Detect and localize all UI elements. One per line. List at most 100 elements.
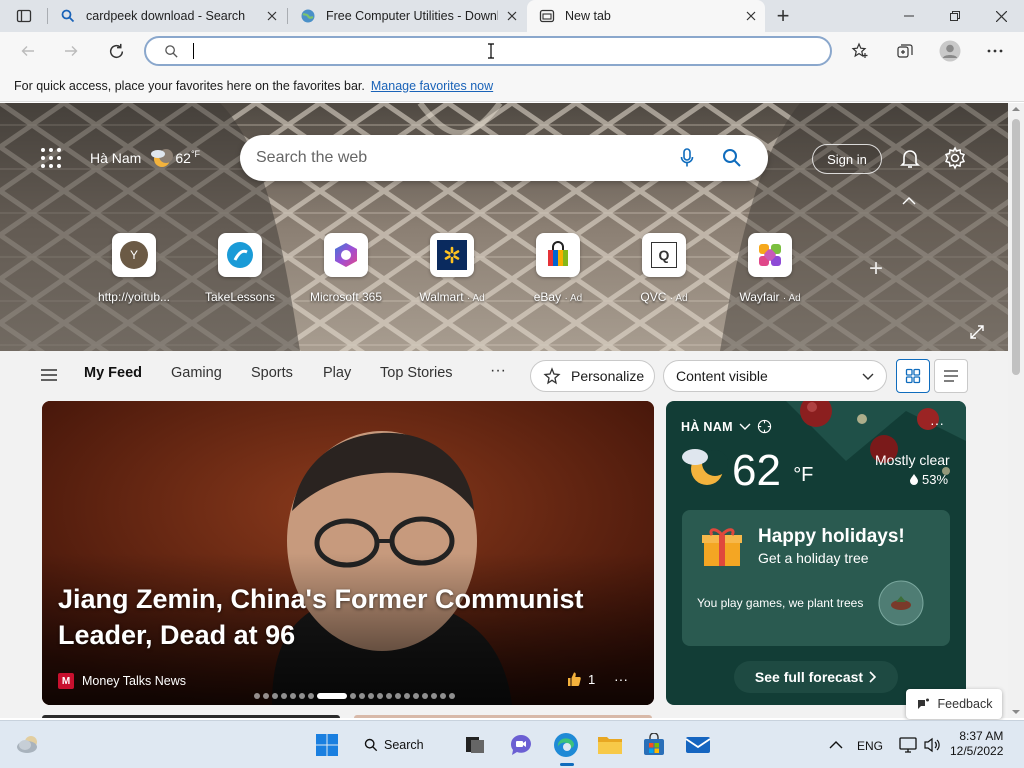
taskbar-search-button[interactable]: Search	[364, 734, 424, 756]
list-view-icon	[944, 370, 958, 382]
carousel-pagination[interactable]	[254, 693, 455, 699]
close-window-button[interactable]	[978, 0, 1024, 32]
quick-link[interactable]: Q QVC · Ad	[614, 233, 714, 304]
headline-title[interactable]: Jiang Zemin, China's Former Communist Le…	[58, 581, 618, 653]
quick-link[interactable]: Y http://yoitub...	[84, 233, 184, 304]
restore-button[interactable]	[932, 0, 978, 32]
minimize-button[interactable]	[886, 0, 932, 32]
feedback-button[interactable]: Feedback	[906, 689, 1002, 719]
carousel-dot[interactable]	[350, 693, 356, 699]
feed-menu-button[interactable]	[40, 368, 58, 382]
carousel-dot[interactable]	[299, 693, 305, 699]
expand-icon	[970, 325, 984, 339]
content-visibility-dropdown[interactable]: Content visible	[663, 360, 887, 392]
carousel-dot[interactable]	[404, 693, 410, 699]
tab-sports[interactable]: Sports	[251, 365, 293, 381]
carousel-dot[interactable]	[308, 693, 314, 699]
file-explorer-button[interactable]	[594, 729, 626, 761]
mail-button[interactable]	[682, 729, 714, 761]
scrollbar-thumb[interactable]	[1012, 119, 1020, 375]
close-tab-button[interactable]	[498, 2, 526, 30]
quick-link[interactable]: Microsoft 365	[296, 233, 396, 304]
apps-launcher-button[interactable]	[40, 147, 64, 171]
carousel-dot[interactable]	[413, 693, 419, 699]
personalize-button[interactable]: Personalize	[530, 360, 655, 392]
new-tab-button[interactable]: +	[768, 2, 798, 30]
input-language-indicator[interactable]: ENG	[857, 739, 883, 753]
tab-cardpeek-search[interactable]: cardpeek download - Search	[48, 0, 286, 32]
page-settings-button[interactable]	[943, 146, 967, 170]
weather-card[interactable]: HÀ NAM ··· 62 °F Mostly clear 53% Happy …	[666, 401, 966, 705]
back-button[interactable]	[13, 37, 43, 65]
manage-favorites-link[interactable]: Manage favorites now	[371, 79, 493, 93]
microsoft-store-button[interactable]	[638, 729, 670, 761]
carousel-dot[interactable]	[386, 693, 392, 699]
tab-top-stories[interactable]: Top Stories	[380, 365, 453, 381]
carousel-dot[interactable]	[422, 693, 428, 699]
favorites-button[interactable]	[845, 37, 875, 65]
quick-link[interactable]: eBay · Ad	[508, 233, 608, 304]
tab-new-tab[interactable]: New tab	[527, 0, 765, 32]
scroll-up-arrow-icon[interactable]	[1008, 103, 1024, 115]
carousel-dot[interactable]	[395, 693, 401, 699]
like-button[interactable]: 1	[566, 671, 595, 687]
show-hidden-icons-button[interactable]	[820, 729, 852, 761]
widgets-button[interactable]	[12, 729, 44, 761]
web-search-input[interactable]	[256, 147, 636, 169]
quick-link[interactable]: Walmart · Ad	[402, 233, 502, 304]
tab-gaming[interactable]: Gaming	[171, 365, 222, 381]
carousel-dot[interactable]	[431, 693, 437, 699]
clock[interactable]: 8:37 AM 12/5/2022	[950, 729, 1003, 759]
expand-background-button[interactable]	[970, 325, 984, 339]
tab-actions-button[interactable]	[9, 2, 39, 30]
refresh-button[interactable]	[101, 37, 131, 65]
carousel-dot[interactable]	[368, 693, 374, 699]
teams-chat-button[interactable]	[505, 729, 537, 761]
holiday-promo[interactable]: Happy holidays! Get a holiday tree You p…	[682, 510, 950, 646]
profile-button[interactable]	[935, 37, 965, 65]
scroll-down-arrow-icon[interactable]	[1008, 706, 1024, 718]
notifications-button[interactable]	[898, 146, 922, 170]
more-tabs-button[interactable]: ···	[490, 362, 506, 380]
headline-more-button[interactable]: ···	[614, 671, 628, 687]
carousel-dot[interactable]	[254, 693, 260, 699]
carousel-dot[interactable]	[263, 693, 269, 699]
carousel-dot[interactable]	[440, 693, 446, 699]
close-tab-button[interactable]	[737, 2, 765, 30]
carousel-dot[interactable]	[449, 693, 455, 699]
search-icon[interactable]	[722, 148, 742, 168]
address-bar[interactable]	[144, 36, 832, 66]
close-tab-button[interactable]	[258, 2, 286, 30]
carousel-dot[interactable]	[281, 693, 287, 699]
quick-link[interactable]: Wayfair · Ad	[720, 233, 820, 304]
carousel-dot[interactable]	[272, 693, 278, 699]
carousel-dot[interactable]	[290, 693, 296, 699]
task-view-button[interactable]	[459, 729, 491, 761]
edge-taskbar-button[interactable]	[550, 729, 582, 766]
list-view-button[interactable]	[934, 359, 968, 393]
carousel-dot[interactable]	[317, 693, 347, 699]
sign-in-button[interactable]: Sign in	[812, 144, 882, 174]
grid-view-button[interactable]	[896, 359, 930, 393]
web-search-box[interactable]	[240, 135, 768, 181]
tab-my-feed[interactable]: My Feed	[84, 365, 142, 381]
weather-location[interactable]: HÀ NAM	[681, 419, 772, 434]
start-button[interactable]	[311, 729, 343, 761]
volume-button[interactable]	[917, 729, 949, 761]
see-full-forecast-button[interactable]: See full forecast	[734, 661, 898, 693]
collections-button[interactable]	[890, 37, 920, 65]
carousel-dot[interactable]	[359, 693, 365, 699]
carousel-dot[interactable]	[377, 693, 383, 699]
microphone-icon[interactable]	[680, 148, 694, 168]
settings-and-more-button[interactable]	[980, 37, 1010, 65]
headline-card[interactable]: Jiang Zemin, China's Former Communist Le…	[42, 401, 654, 705]
add-quick-link-button[interactable]: +	[864, 257, 888, 281]
weather-more-button[interactable]: ···	[930, 415, 944, 431]
weather-summary[interactable]: Hà Nam 62 °F	[90, 147, 200, 169]
collapse-quick-links-button[interactable]	[902, 197, 916, 205]
tab-free-computer-utilities[interactable]: Free Computer Utilities - Downlo	[288, 0, 526, 32]
vertical-scrollbar[interactable]	[1008, 103, 1024, 718]
quick-link[interactable]: TakeLessons	[190, 233, 290, 304]
tab-play[interactable]: Play	[323, 365, 351, 381]
forward-button[interactable]	[56, 37, 86, 65]
